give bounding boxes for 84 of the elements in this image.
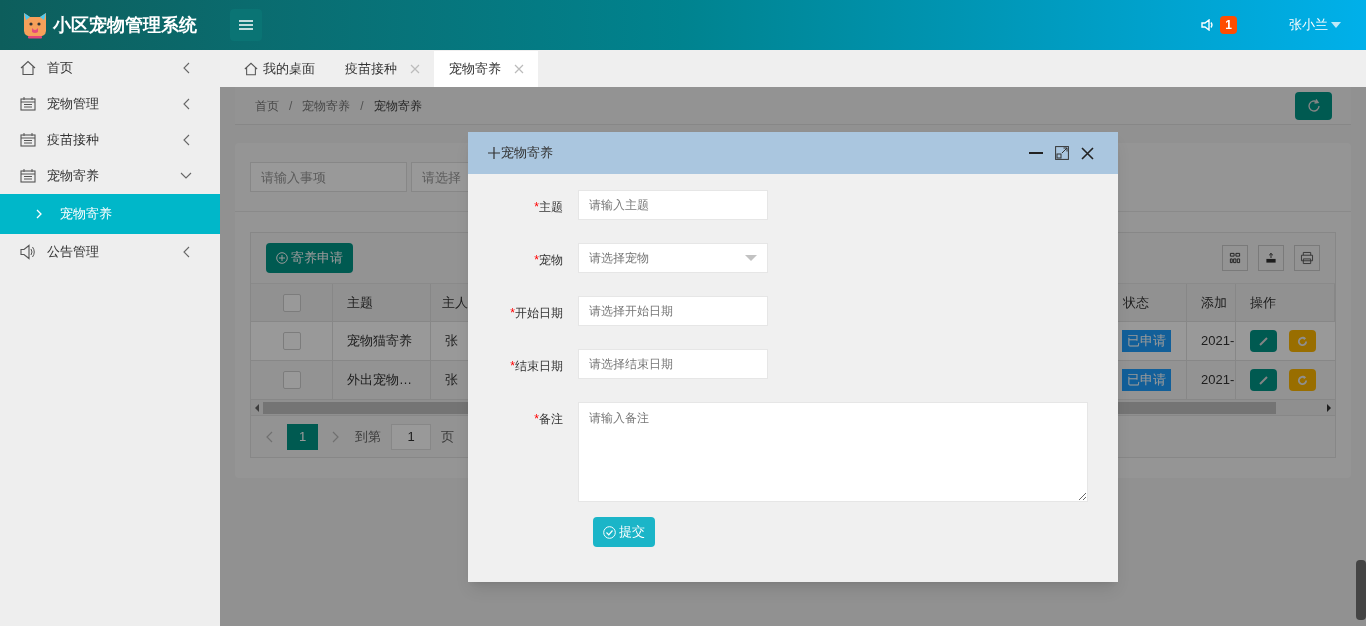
close-icon[interactable]: [1081, 146, 1094, 160]
sidebar-item[interactable]: 公告管理: [0, 234, 220, 270]
checkbox[interactable]: [282, 371, 301, 389]
sidebar-item[interactable]: 疫苗接种: [0, 122, 220, 158]
tab[interactable]: 疫苗接种: [330, 51, 434, 87]
page-number-field[interactable]: 1: [391, 423, 431, 450]
refresh-button[interactable]: [1289, 369, 1316, 391]
table-cell-text: 宠物猫寄养: [347, 332, 412, 351]
select-field[interactable]: 请选择宠物: [578, 243, 768, 273]
checkbox[interactable]: [282, 332, 301, 350]
app-title: 小区宠物管理系统: [53, 13, 197, 37]
textarea-field[interactable]: 请输入备注: [578, 402, 1088, 502]
field-label: 主题: [539, 199, 563, 216]
goto-label: 到第: [355, 427, 381, 446]
next-page-icon[interactable]: [332, 430, 340, 443]
refresh-button[interactable]: [1289, 330, 1316, 352]
breadcrumb-separator: /: [360, 97, 364, 115]
column-header: 主题: [347, 293, 373, 312]
required-mark: *: [534, 252, 539, 269]
calendar-icon: [20, 96, 36, 112]
sidebar-item[interactable]: 宠物管理: [0, 86, 220, 122]
required-mark: *: [510, 358, 515, 375]
status-badge: 已申请: [1122, 369, 1171, 391]
plus-circle-icon: [276, 252, 288, 264]
table-cell-text: 2021-: [1201, 332, 1235, 351]
column-header: 操作: [1250, 293, 1276, 312]
print-icon[interactable]: [1294, 245, 1320, 271]
cat-logo-icon: [22, 11, 48, 39]
export-icon[interactable]: [1258, 245, 1284, 271]
maximize-icon[interactable]: [1055, 146, 1069, 160]
status-badge: 已申请: [1122, 330, 1171, 352]
refresh-icon: [1306, 98, 1321, 113]
tab[interactable]: 我的桌面: [230, 51, 330, 87]
refresh-icon: [1297, 374, 1308, 386]
house-icon: [244, 62, 258, 76]
sidebar-item[interactable]: 首页: [0, 50, 220, 86]
speaker-icon[interactable]: [1201, 19, 1215, 31]
required-mark: *: [534, 199, 539, 216]
plus-icon: [488, 147, 500, 159]
checkbox[interactable]: [282, 293, 301, 312]
table-cell-text: 2021-: [1201, 371, 1235, 390]
notification-badge: 1: [1220, 16, 1237, 34]
column-header: 添加: [1201, 293, 1227, 312]
calendar-icon: [20, 132, 36, 148]
speaker-icon: [20, 244, 36, 260]
page-label: 页: [441, 427, 454, 446]
scroll-handle[interactable]: [1356, 560, 1366, 620]
field-label: 备注: [539, 411, 563, 428]
caret-icon: [745, 255, 757, 261]
menu-toggle-button[interactable]: [230, 9, 262, 41]
input-field[interactable]: 请输入主题: [578, 190, 768, 220]
menu-icon: [239, 20, 253, 30]
input-field[interactable]: 请选择开始日期: [578, 296, 768, 326]
input-field[interactable]: 请选择结束日期: [578, 349, 768, 379]
pencil-icon: [1259, 375, 1268, 385]
edit-button[interactable]: [1250, 369, 1277, 391]
edit-button[interactable]: [1250, 330, 1277, 352]
chevron-right-icon: [36, 209, 42, 219]
refresh-button[interactable]: [1295, 91, 1332, 120]
required-mark: *: [534, 411, 539, 428]
previous-page-icon[interactable]: [265, 430, 273, 443]
table-cell-text: 张: [445, 332, 458, 351]
pencil-icon: [1259, 336, 1268, 346]
breadcrumb-separator: /: [289, 97, 293, 115]
check-circle-icon: [603, 525, 616, 539]
breadcrumb-current: 宠物寄养: [373, 97, 422, 115]
house-icon: [20, 60, 36, 76]
column-header: 主人: [442, 293, 468, 312]
breadcrumb-link[interactable]: 首页: [255, 96, 279, 115]
refresh-icon: [1297, 335, 1308, 347]
columns-icon[interactable]: [1222, 245, 1248, 271]
field-label: 宠物: [539, 252, 563, 269]
required-mark: *: [510, 305, 515, 322]
breadcrumb-link[interactable]: 宠物寄养: [302, 96, 351, 115]
table-cell-text: 张: [445, 371, 458, 390]
column-header: 状态: [1123, 293, 1149, 312]
field-label: 开始日期: [515, 305, 563, 322]
table-cell-text: 外出宠物…: [347, 371, 412, 390]
sidebar-item[interactable]: 宠物寄养: [0, 158, 220, 194]
dialog-title: 宠物寄养: [501, 144, 553, 163]
caret-icon: [1331, 22, 1341, 28]
tab[interactable]: 宠物寄养: [434, 51, 538, 87]
calendar-icon: [20, 168, 36, 184]
field-label: 结束日期: [515, 358, 563, 375]
